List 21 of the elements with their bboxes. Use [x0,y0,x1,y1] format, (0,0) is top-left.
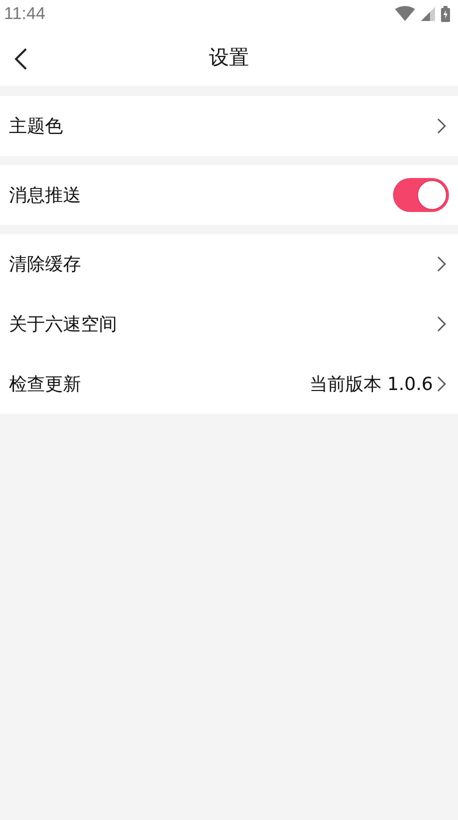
battery-icon [441,6,450,22]
settings-row[interactable]: 消息推送 [0,165,458,225]
settings-row[interactable]: 关于六速空间 [0,294,458,354]
row-label: 关于六速空间 [9,313,117,336]
chevron-icon [437,256,446,272]
wifi-icon [395,6,415,22]
page-title: 设置 [209,44,249,70]
row-label: 消息推送 [9,184,81,207]
row-label: 主题色 [9,115,63,138]
chevron-icon [437,118,446,134]
signal-icon [421,7,435,21]
toggle-switch[interactable] [393,178,449,212]
settings-row[interactable]: 检查更新 当前版本 1.0.6 [0,354,458,414]
settings-row[interactable]: 主题色 [0,96,458,156]
version-text: 当前版本 1.0.6 [309,373,433,396]
status-time: 11:44 [4,4,46,24]
row-label: 检查更新 [9,373,81,396]
row-label: 清除缓存 [9,253,81,276]
settings-row[interactable]: 清除缓存 [0,234,458,294]
chevron-icon [437,316,446,332]
chevron-icon [437,376,446,392]
